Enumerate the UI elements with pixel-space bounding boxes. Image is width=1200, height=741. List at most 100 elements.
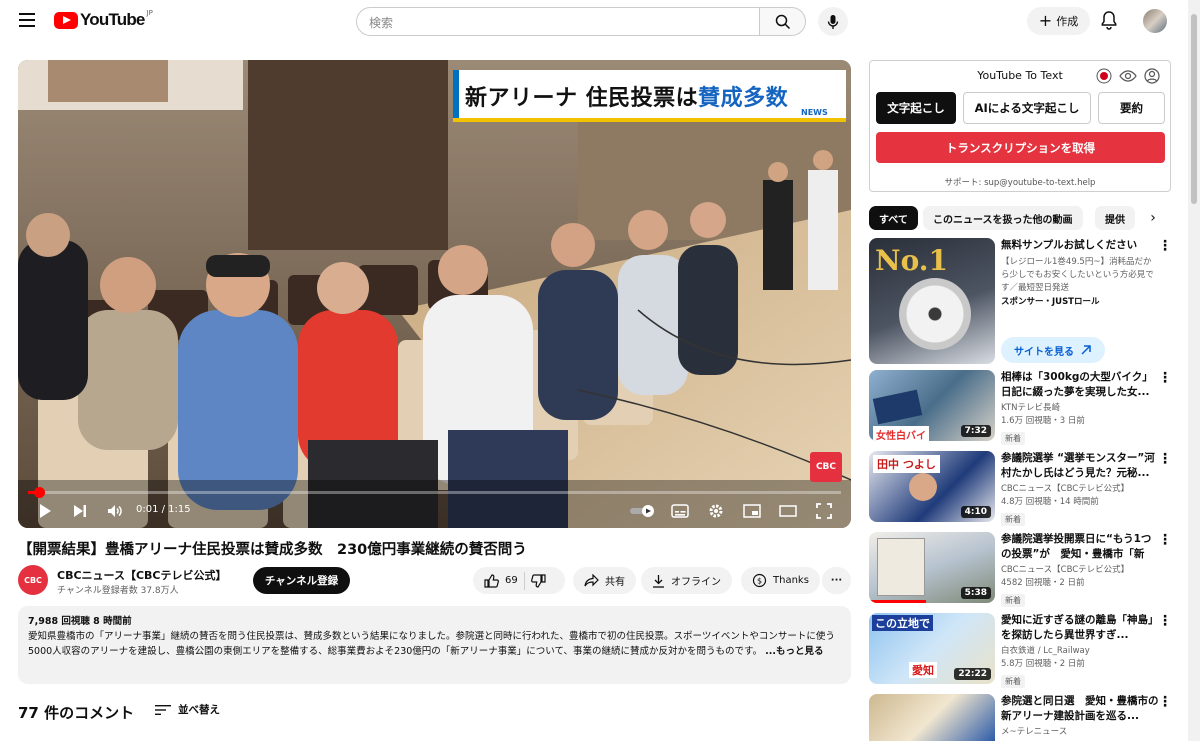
duration-badge: 5:38 bbox=[960, 587, 991, 599]
notifications-button[interactable] bbox=[1100, 10, 1118, 30]
video-title-5[interactable]: 参院選と同日選 愛知・豊橋市の新アリーナ建設計画を巡る... bbox=[1001, 694, 1159, 724]
headline-text: 新アリーナ 住民投票は bbox=[465, 86, 699, 111]
video-thumbnail-1[interactable]: 女性白バイ 7:32 bbox=[869, 370, 995, 441]
thumb-face bbox=[909, 473, 937, 501]
ad-more-icon[interactable]: ⋮ bbox=[1158, 238, 1172, 254]
menu-icon[interactable] bbox=[14, 9, 40, 33]
get-transcription-button[interactable]: トランスクリプションを取得 bbox=[876, 132, 1165, 163]
duration-badge: 4:10 bbox=[960, 506, 991, 518]
video-channel-4[interactable]: 白衣鉄道 / Lc_Railway bbox=[1001, 645, 1159, 658]
video-more-icon-5[interactable]: ⋮ bbox=[1158, 694, 1172, 710]
video-more-icon-1[interactable]: ⋮ bbox=[1158, 370, 1172, 386]
chip-related-news[interactable]: このニュースを扱った他の動画 bbox=[923, 206, 1083, 230]
subtitles-button[interactable] bbox=[669, 500, 691, 522]
video-thumbnail-3[interactable]: 5:38 bbox=[869, 532, 995, 603]
external-link-icon bbox=[1081, 345, 1091, 355]
video-thumbnail-5[interactable] bbox=[869, 694, 995, 741]
ad-title[interactable]: 無料サンプルお試しください bbox=[1001, 238, 1159, 253]
record-icon[interactable] bbox=[1096, 68, 1112, 84]
download-button[interactable]: オフライン bbox=[641, 567, 732, 594]
chip-sponsor[interactable]: 提供 bbox=[1095, 206, 1135, 230]
video-frame bbox=[18, 60, 851, 528]
sort-icon bbox=[155, 704, 171, 715]
support-email[interactable]: サポート: sup@youtube-to-text.help bbox=[870, 176, 1170, 188]
play-icon bbox=[40, 504, 51, 518]
tab-summary[interactable]: 要約 bbox=[1098, 92, 1165, 124]
video-player[interactable]: 新アリーナ 住民投票は 賛成多数 NEWS CBC 0:01 / 1:15 bbox=[18, 60, 851, 528]
progress-bar[interactable] bbox=[28, 487, 841, 498]
autoplay-icon bbox=[630, 505, 654, 517]
video-more-icon-4[interactable]: ⋮ bbox=[1158, 613, 1172, 629]
svg-text:$: $ bbox=[757, 577, 762, 586]
ad-thumbnail[interactable]: No.1 bbox=[869, 238, 995, 364]
video-title-2[interactable]: 参議院選挙 “選挙モンスター”河村たかし氏はどう見た？元秘... bbox=[1001, 451, 1159, 481]
user-icon[interactable] bbox=[1144, 68, 1160, 84]
scrollbar-thumb[interactable] bbox=[1191, 14, 1197, 204]
thumb-caption-2: 愛知 bbox=[909, 662, 937, 678]
theater-mode-button[interactable] bbox=[777, 500, 799, 522]
play-button[interactable] bbox=[34, 500, 56, 522]
visit-site-button[interactable]: サイトを見る bbox=[1001, 337, 1105, 363]
share-icon bbox=[584, 574, 599, 587]
video-title-4[interactable]: 愛知に近すぎる謎の離島「神島」を探訪したら異世界すぎ... bbox=[1001, 613, 1159, 643]
more-actions-button[interactable]: ··· bbox=[822, 567, 851, 594]
eye-icon[interactable] bbox=[1119, 68, 1137, 84]
channel-avatar[interactable]: CBC bbox=[18, 565, 48, 595]
channel-name[interactable]: CBCニュース【CBCテレビ公式】 bbox=[57, 567, 227, 583]
search-input[interactable]: 検索 bbox=[356, 7, 760, 36]
top-bar: YouTube JP 検索 + 作成 bbox=[0, 0, 1188, 42]
thumbs-down-icon[interactable] bbox=[530, 573, 546, 588]
time-display: 0:01 / 1:15 bbox=[136, 504, 191, 515]
video-channel-1[interactable]: KTNテレビ長崎 bbox=[1001, 402, 1159, 415]
fullscreen-button[interactable] bbox=[813, 500, 835, 522]
voice-search-button[interactable] bbox=[818, 7, 848, 36]
video-more-icon-2[interactable]: ⋮ bbox=[1158, 451, 1172, 467]
thanks-button[interactable]: $ Thanks bbox=[741, 567, 820, 594]
theater-icon bbox=[779, 505, 797, 517]
create-button[interactable]: + 作成 bbox=[1027, 7, 1090, 35]
autoplay-toggle[interactable] bbox=[628, 500, 658, 522]
new-badge-3: 新着 bbox=[1001, 594, 1025, 607]
volume-button[interactable] bbox=[104, 500, 126, 522]
video-more-icon-3[interactable]: ⋮ bbox=[1158, 532, 1172, 548]
share-button[interactable]: 共有 bbox=[573, 567, 636, 594]
ad-thumb-text: No.1 bbox=[875, 244, 949, 277]
account-avatar[interactable] bbox=[1143, 9, 1167, 33]
view-count-date: 7,988 回視聴 8 時間前 bbox=[28, 616, 132, 627]
watched-progress bbox=[869, 600, 926, 603]
youtube-logo[interactable]: YouTube JP bbox=[54, 9, 153, 30]
ad-sponsor: スポンサー・JUSTロール bbox=[1001, 297, 1100, 307]
thanks-icon: $ bbox=[752, 573, 767, 588]
subscribe-button[interactable]: チャンネル登録 bbox=[253, 567, 350, 594]
video-channel-3[interactable]: CBCニュース【CBCテレビ公式】 bbox=[1001, 564, 1159, 577]
video-title-1[interactable]: 相棒は「300kgの大型バイク」日記に綴った夢を実現した女... bbox=[1001, 370, 1159, 400]
chevron-right-icon[interactable]: › bbox=[1143, 208, 1163, 228]
miniplayer-button[interactable] bbox=[741, 500, 763, 522]
tab-ai-transcript[interactable]: AIによる文字起こし bbox=[963, 92, 1091, 124]
video-thumbnail-2[interactable]: 田中 つよし 4:10 bbox=[869, 451, 995, 522]
video-channel-5[interactable]: メ~テレニュース bbox=[1001, 726, 1159, 739]
page-scrollbar[interactable] bbox=[1188, 0, 1200, 741]
video-thumbnail-4[interactable]: この立地で 愛知 22:22 bbox=[869, 613, 995, 684]
fullscreen-icon bbox=[816, 503, 832, 519]
volume-icon bbox=[108, 505, 122, 517]
thumb-caption: 女性白バイ bbox=[873, 426, 929, 441]
search-button[interactable] bbox=[759, 7, 806, 36]
sort-comments-button[interactable]: 並べ替え bbox=[155, 702, 220, 717]
description-box[interactable]: 7,988 回視聴 8 時間前 愛知県豊橋市の「アリーナ事業」継続の賛否を問う住… bbox=[18, 606, 851, 684]
like-count: 69 bbox=[505, 575, 518, 586]
like-button[interactable]: 69 bbox=[484, 573, 518, 588]
progress-scrubber[interactable] bbox=[33, 487, 45, 498]
chip-all[interactable]: すべて bbox=[869, 206, 918, 230]
video-title-3[interactable]: 参議院選挙投開票日に“もう1つの投票”が 愛知・豊橋市「新ア... bbox=[1001, 532, 1159, 562]
video-title: 【開票結果】豊橋アリーナ住民投票は賛成多数 230億円事業継続の賛否問う bbox=[18, 542, 527, 558]
duration-badge: 7:32 bbox=[960, 425, 991, 437]
show-more-link[interactable]: ...もっと見る bbox=[765, 646, 823, 657]
related-filter-chips: すべて このニュースを扱った他の動画 提供 bbox=[869, 206, 1169, 230]
ad-description: 【レジロール1巻49.5円~】消耗品だから少しでもお安くしたいという方必見です／… bbox=[1001, 257, 1154, 293]
next-button[interactable] bbox=[69, 500, 91, 522]
video-channel-2[interactable]: CBCニュース【CBCテレビ公式】 bbox=[1001, 483, 1159, 496]
tab-transcript[interactable]: 文字起こし bbox=[876, 92, 956, 124]
settings-button[interactable] bbox=[705, 500, 727, 522]
news-headline: 新アリーナ 住民投票は 賛成多数 bbox=[453, 70, 846, 122]
